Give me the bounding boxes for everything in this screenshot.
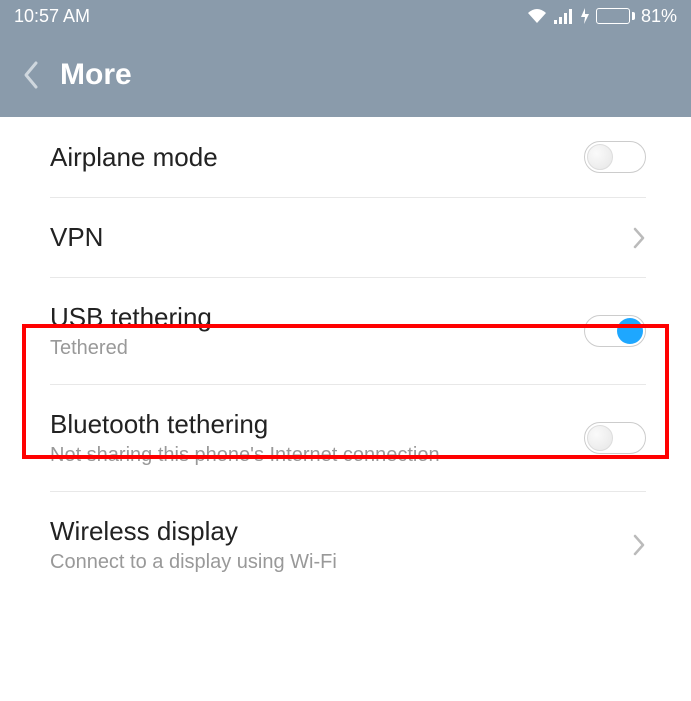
settings-list: Airplane mode VPN USB tethering Tethered… [0, 117, 691, 598]
charging-icon [580, 8, 590, 24]
chevron-right-icon [632, 533, 646, 557]
row-title: Bluetooth tethering [50, 409, 440, 440]
header: More [0, 32, 691, 117]
status-right: 81% [526, 6, 677, 27]
row-vpn[interactable]: VPN [50, 198, 646, 278]
row-title: VPN [50, 222, 103, 253]
chevron-right-icon [632, 226, 646, 250]
row-subtitle: Tethered [50, 337, 212, 360]
back-icon[interactable] [22, 60, 40, 90]
status-time: 10:57 AM [14, 6, 90, 27]
toggle-airplane-mode[interactable] [584, 141, 646, 173]
battery-percent: 81% [641, 6, 677, 27]
toggle-bluetooth-tethering[interactable] [584, 422, 646, 454]
toggle-usb-tethering[interactable] [584, 315, 646, 347]
page-title: More [60, 58, 132, 92]
row-title: USB tethering [50, 302, 212, 333]
row-subtitle: Not sharing this phone's Internet connec… [50, 444, 440, 467]
row-bluetooth-tethering[interactable]: Bluetooth tethering Not sharing this pho… [50, 385, 646, 492]
row-wireless-display[interactable]: Wireless display Connect to a display us… [50, 492, 646, 598]
status-bar: 10:57 AM 81% [0, 0, 691, 32]
signal-icon [554, 8, 574, 24]
row-airplane-mode[interactable]: Airplane mode [50, 117, 646, 198]
battery-icon [596, 8, 635, 24]
row-title: Wireless display [50, 516, 337, 547]
row-usb-tethering[interactable]: USB tethering Tethered [50, 278, 646, 385]
wifi-icon [526, 8, 548, 24]
row-subtitle: Connect to a display using Wi-Fi [50, 551, 337, 574]
row-title: Airplane mode [50, 142, 218, 173]
